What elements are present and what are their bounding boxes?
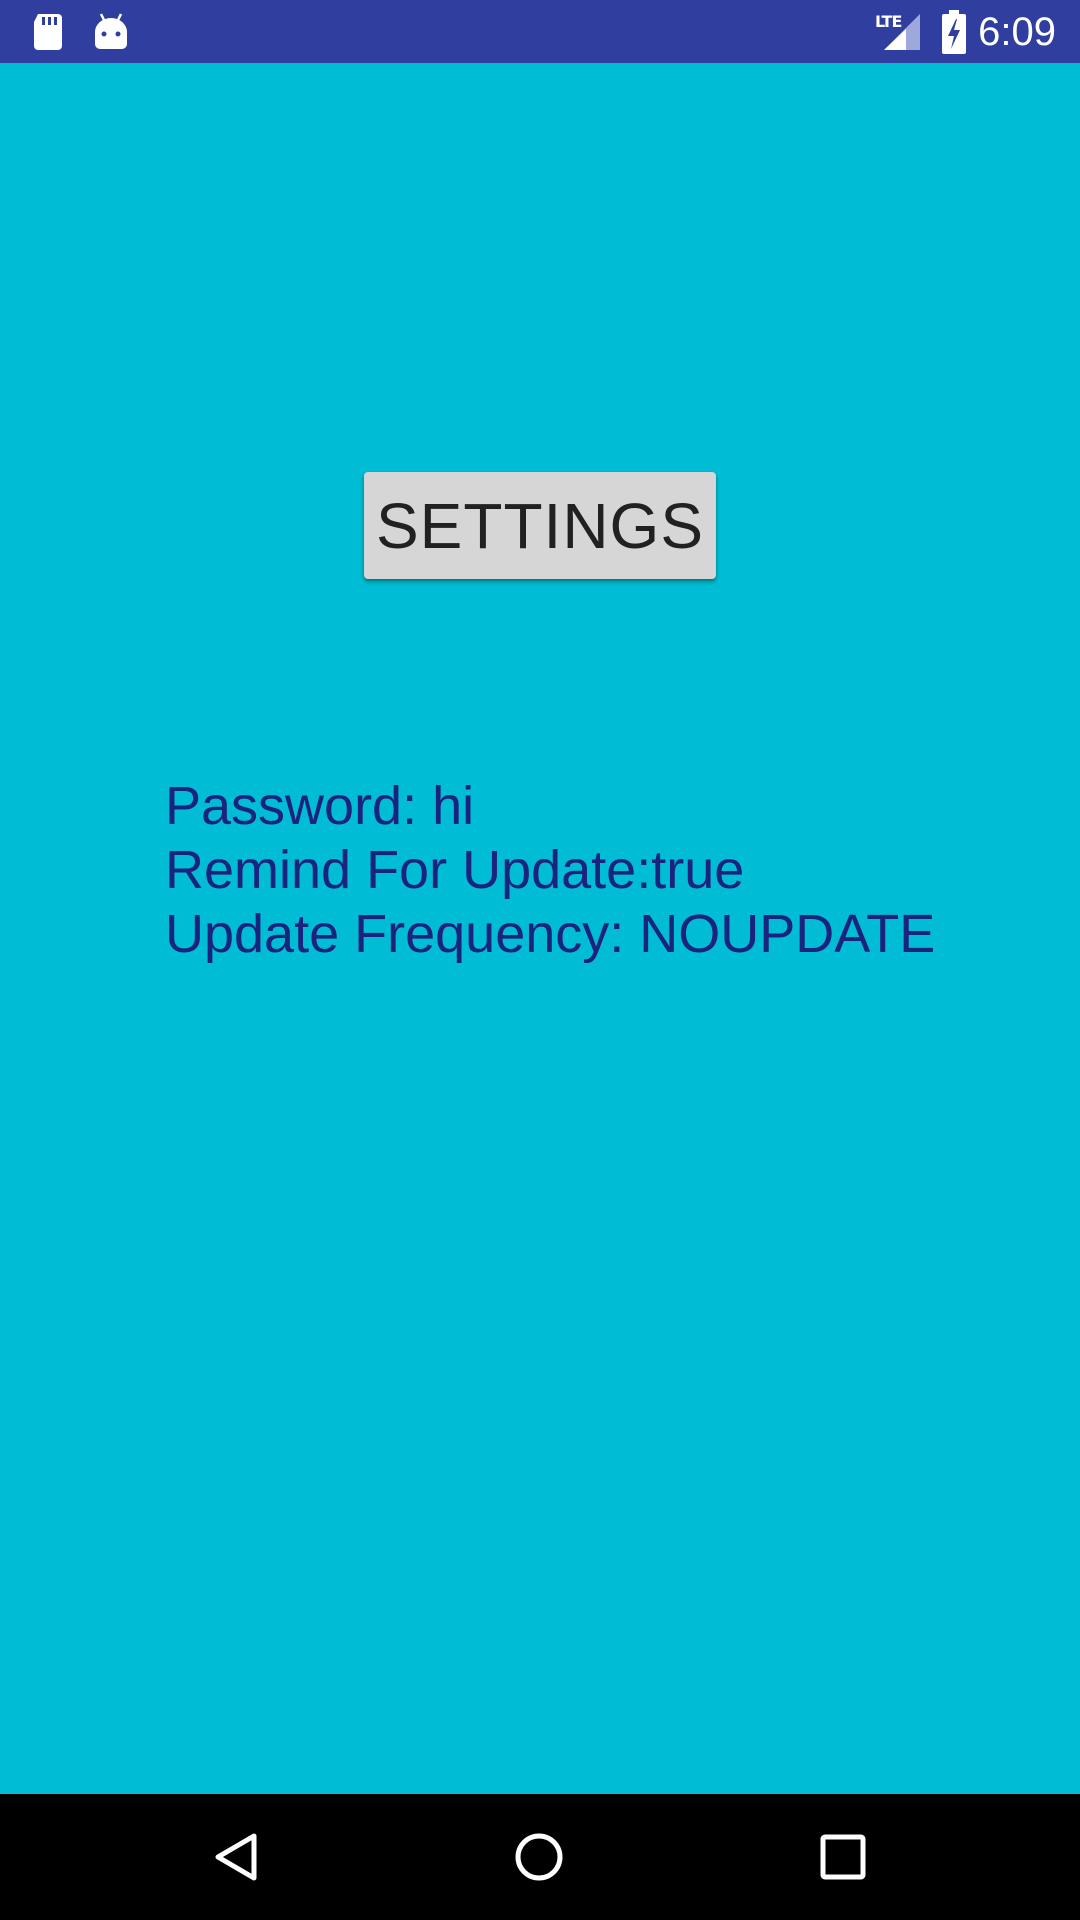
sd-card-icon — [34, 14, 62, 50]
signal-icon — [884, 14, 920, 50]
settings-button[interactable]: SETTINGS — [364, 472, 716, 579]
navigation-bar — [0, 1794, 1080, 1920]
back-icon[interactable] — [204, 1824, 270, 1890]
app-screen: LTE 6:09 SETTINGS Password: hi Remind Fo… — [0, 0, 1080, 1920]
clock: 6:09 — [978, 10, 1056, 54]
battery-charging-icon — [942, 10, 966, 54]
remind-for-update-text: Remind For Update:true — [165, 840, 745, 900]
android-icon — [95, 13, 127, 49]
recents-icon[interactable] — [810, 1824, 876, 1890]
update-frequency-text: Update Frequency: NOUPDATE — [165, 904, 936, 964]
status-bar: LTE 6:09 — [0, 0, 1080, 63]
home-icon[interactable] — [506, 1824, 572, 1890]
settings-summary: Password: hi Remind For Update:true Upda… — [165, 774, 935, 966]
password-text: Password: hi — [165, 776, 475, 836]
